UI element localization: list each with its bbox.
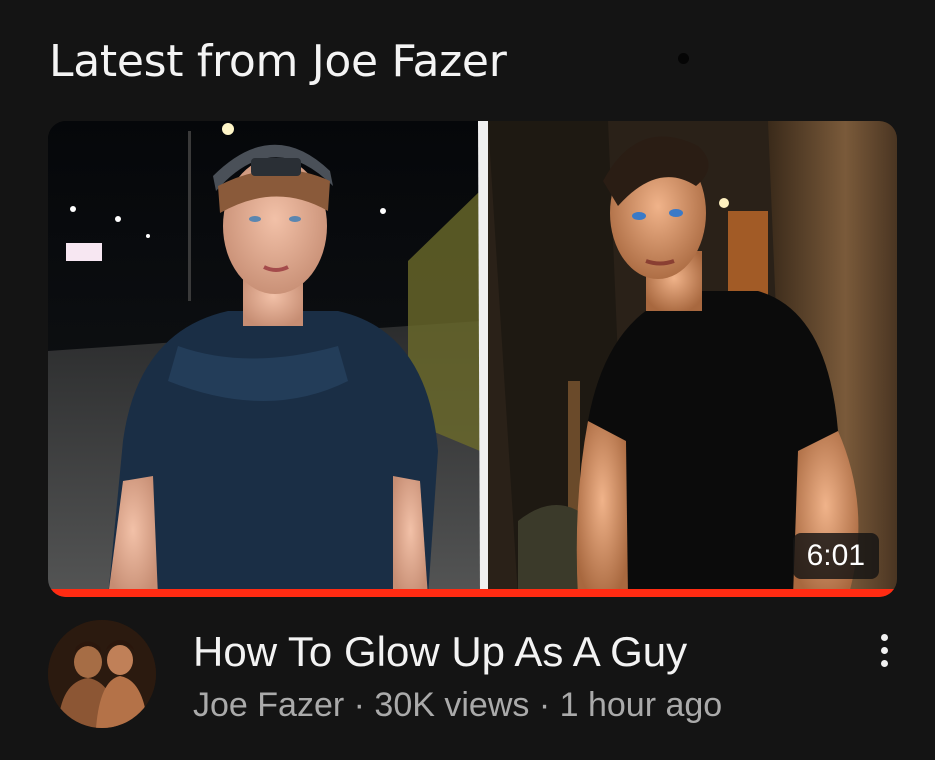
view-count: 30K views (374, 686, 530, 724)
more-vert-icon[interactable] (868, 630, 900, 680)
upload-age: 1 hour ago (559, 686, 723, 724)
thumbnail-image (48, 121, 897, 597)
more-dot (880, 660, 888, 667)
camera-dot (678, 53, 689, 64)
shelf-title[interactable]: Latest from Joe Fazer (49, 36, 507, 87)
video-title[interactable]: How To Glow Up As A Guy (193, 628, 687, 676)
meta-separator: · (538, 686, 551, 724)
duration-badge: 6:01 (792, 533, 879, 579)
video-metadata: Joe Fazer · 30K views · 1 hour ago (193, 686, 722, 725)
avatar-image (48, 620, 156, 728)
watch-progress-bar (48, 589, 897, 597)
video-thumbnail[interactable]: 6:01 (48, 121, 897, 597)
latest-shelf: Latest from Joe Fazer 6:01 How To Glow U… (0, 0, 935, 760)
video-meta-row: How To Glow Up As A Guy Joe Fazer · 30K … (48, 620, 908, 730)
channel-avatar[interactable] (48, 620, 156, 728)
more-dot (880, 634, 888, 641)
more-dot (880, 647, 888, 654)
channel-name[interactable]: Joe Fazer (193, 686, 344, 724)
meta-separator: · (353, 686, 365, 724)
